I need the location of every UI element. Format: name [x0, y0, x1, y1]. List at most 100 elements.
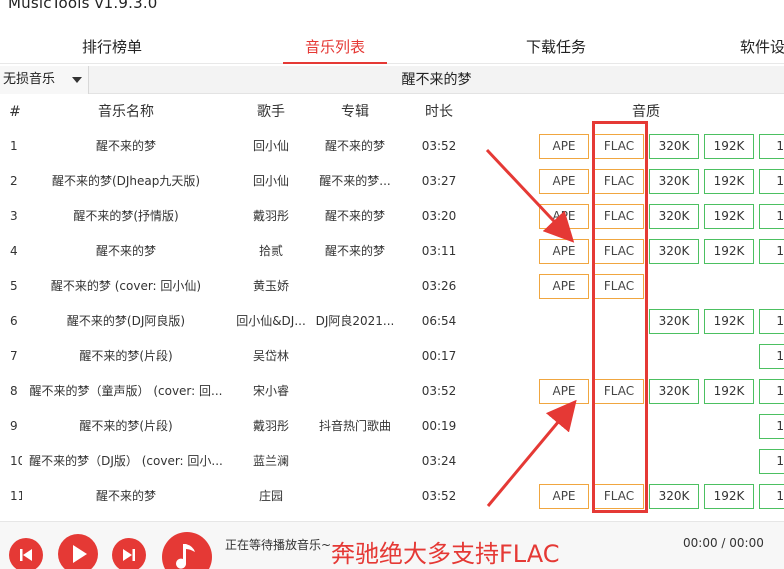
download-12-button[interactable]: 12	[759, 204, 784, 229]
song-album: 醒不来的梦	[324, 139, 385, 153]
table-row[interactable]: 10 醒不来的梦（DJ版） (cover: 回小... 蓝兰澜 03:24 12	[0, 444, 784, 479]
song-duration: 06:54	[421, 314, 457, 328]
table-row[interactable]: 9 醒不来的梦(片段) 戴羽彤 抖音热门歌曲 00:19 12	[0, 409, 784, 444]
table-row[interactable]: 4醒不来的梦拾贰醒不来的梦03:11APEFLAC320K192K12	[0, 234, 784, 269]
song-album: DJ阿良2021...	[315, 314, 395, 328]
download-ape-button[interactable]: APE	[539, 484, 589, 509]
download-12-button[interactable]: 12	[759, 484, 784, 509]
play-icon	[73, 545, 87, 563]
table-row[interactable]: 7 醒不来的梦(片段) 吴岱林 00:17 12	[0, 339, 784, 374]
row-index: 8	[10, 384, 18, 398]
song-album	[312, 444, 398, 479]
row-index: 5	[10, 279, 18, 293]
song-name: 醒不来的梦(DJheap九天版)	[51, 174, 201, 188]
col-name-header: 音乐名称	[98, 104, 154, 120]
song-artist: 蓝兰澜	[252, 454, 289, 468]
song-duration: 03:26	[421, 279, 457, 293]
table-row[interactable]: 1醒不来的梦回小仙醒不来的梦03:52APEFLAC320K192K12	[0, 129, 784, 164]
download-12-button[interactable]: 12	[759, 309, 784, 334]
song-artist: 回小仙	[252, 139, 289, 153]
previous-button[interactable]	[9, 538, 43, 569]
song-duration: 03:52	[421, 384, 457, 398]
song-album: 醒不来的梦...	[319, 174, 391, 188]
song-artist: 回小仙	[252, 174, 289, 188]
chevron-down-icon	[72, 77, 82, 83]
download-192k-button[interactable]: 192K	[704, 134, 754, 159]
next-button[interactable]	[112, 538, 146, 569]
download-12-button[interactable]: 12	[759, 239, 784, 264]
skip-next-icon	[123, 549, 135, 561]
download-ape-button[interactable]: APE	[539, 239, 589, 264]
music-note-icon	[176, 544, 195, 569]
song-duration: 00:17	[421, 349, 457, 363]
row-index: 7	[10, 349, 18, 363]
download-12-button[interactable]: 12	[759, 169, 784, 194]
download-ape-button[interactable]: APE	[539, 169, 589, 194]
title-bar: MusicTools v1.9.3.0	[0, 0, 784, 22]
song-name: 醒不来的梦	[95, 244, 156, 258]
song-duration: 03:27	[421, 174, 457, 188]
download-192k-button[interactable]: 192K	[704, 309, 754, 334]
download-12-button[interactable]: 12	[759, 344, 784, 369]
download-320k-button[interactable]: 320K	[649, 204, 699, 229]
table-row[interactable]: 3 醒不来的梦(抒情版) 戴羽彤 醒不来的梦 03:20 APE FLAC 320K 192K 1…	[0, 199, 784, 234]
song-album: 醒不来的梦	[324, 209, 385, 223]
song-duration: 03:52	[421, 139, 457, 153]
download-ape-button[interactable]: APE	[539, 204, 589, 229]
download-12-button[interactable]: 12	[759, 134, 784, 159]
download-ape-button[interactable]: APE	[539, 274, 589, 299]
song-name: 醒不来的梦 (cover: 回小仙)	[50, 279, 202, 293]
tab-music-list[interactable]: 音乐列表	[283, 28, 387, 64]
table-row[interactable]: 2 醒不来的梦(DJheap九天版) 回小仙 醒不来的梦... 03:27 APE FLAC…	[0, 164, 784, 199]
song-album: 醒不来的梦	[324, 244, 385, 258]
download-ape-button[interactable]: APE	[539, 379, 589, 404]
col-duration-header: 时长	[425, 104, 453, 120]
song-album	[312, 479, 398, 514]
download-320k-button[interactable]: 320K	[649, 484, 699, 509]
download-192k-button[interactable]: 192K	[704, 169, 754, 194]
download-320k-button[interactable]: 320K	[649, 309, 699, 334]
song-duration: 00:19	[421, 419, 457, 433]
row-index: 3	[10, 209, 18, 223]
download-192k-button[interactable]: 192K	[704, 239, 754, 264]
song-duration: 03:11	[421, 244, 457, 258]
download-192k-button[interactable]: 192K	[704, 204, 754, 229]
download-12-button[interactable]: 12	[759, 379, 784, 404]
song-album	[312, 339, 398, 374]
song-artist: 戴羽彤	[252, 419, 289, 433]
download-12-button[interactable]: 12	[759, 414, 784, 439]
col-artist-header: 歌手	[257, 104, 285, 120]
table-row[interactable]: 11醒不来的梦庄园03:52APEFLAC320K192K12	[0, 479, 784, 514]
table-header: # 音乐名称 歌手 专辑 时长 音质	[0, 96, 784, 128]
song-name: 醒不来的梦	[95, 139, 156, 153]
song-name: 醒不来的梦（童声版） (cover: 回...	[29, 384, 223, 398]
download-12-button[interactable]: 12	[759, 449, 784, 474]
download-320k-button[interactable]: 320K	[649, 379, 699, 404]
download-320k-button[interactable]: 320K	[649, 169, 699, 194]
download-192k-button[interactable]: 192K	[704, 484, 754, 509]
now-playing-text: 正在等待播放音乐~	[225, 538, 332, 552]
song-duration: 03:20	[421, 209, 457, 223]
song-name: 醒不来的梦(片段)	[79, 349, 173, 363]
tab-settings[interactable]: 软件设	[740, 28, 784, 64]
row-index: 11	[10, 489, 22, 503]
download-ape-button[interactable]: APE	[539, 134, 589, 159]
download-320k-button[interactable]: 320K	[649, 134, 699, 159]
table-row[interactable]: 6 醒不来的梦(DJ阿良版) 回小仙&DJ... DJ阿良2021... 06:54 32…	[0, 304, 784, 339]
row-index: 10	[10, 454, 22, 468]
tab-charts[interactable]: 排行榜单	[62, 28, 162, 64]
song-album: 抖音热门歌曲	[318, 419, 391, 433]
col-index-header: #	[9, 104, 21, 120]
song-artist: 回小仙&DJ...	[236, 314, 306, 328]
download-320k-button[interactable]: 320K	[649, 239, 699, 264]
song-artist: 黄玉娇	[252, 279, 289, 293]
table-row[interactable]: 8 醒不来的梦（童声版） (cover: 回... 宋小睿 03:52 APE FLAC 3…	[0, 374, 784, 409]
quality-select[interactable]: 无损音乐	[0, 66, 89, 94]
play-button[interactable]	[58, 534, 98, 569]
skip-previous-icon	[20, 549, 32, 561]
search-term[interactable]: 醒不来的梦	[89, 66, 784, 94]
tab-downloads[interactable]: 下载任务	[506, 28, 606, 64]
download-192k-button[interactable]: 192K	[704, 379, 754, 404]
table-row[interactable]: 5 醒不来的梦 (cover: 回小仙) 黄玉娇 03:26 APE FLAC	[0, 269, 784, 304]
row-index: 9	[10, 419, 18, 433]
